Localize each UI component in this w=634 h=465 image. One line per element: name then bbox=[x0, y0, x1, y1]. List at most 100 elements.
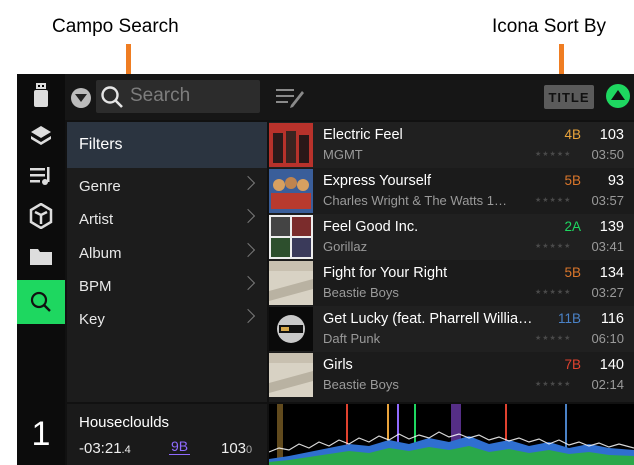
rating-stars: ★★★★★ bbox=[535, 197, 572, 204]
track-bpm: 103 bbox=[599, 127, 624, 143]
filter-album[interactable]: Album bbox=[67, 237, 267, 270]
chevron-right-icon bbox=[240, 242, 256, 258]
chevron-down-icon bbox=[75, 94, 87, 102]
device-screen: 1 Search TITLE Filters Genre Artist Albu… bbox=[17, 74, 634, 465]
filter-label: Artist bbox=[79, 211, 114, 228]
track-row[interactable]: Fight for Your Right Beastie Boys 5B ★★★… bbox=[269, 260, 634, 306]
now-playing-title: Housecloulds bbox=[79, 414, 170, 431]
list-edit-icon bbox=[276, 89, 304, 108]
track-row[interactable]: Feel Good Inc. Gorillaz 2A ★★★★★ 139 03:… bbox=[269, 214, 634, 260]
prepare-icon bbox=[29, 203, 53, 229]
now-playing-time: -03:21.4 bbox=[79, 440, 131, 457]
rating-stars: ★★★★★ bbox=[535, 243, 572, 250]
track-list: Electric Feel MGMT 4B ★★★★★ 103 03:50 Ex… bbox=[269, 122, 634, 402]
track-row[interactable]: Girls Beastie Boys 7B ★★★★★ 140 02:14 bbox=[269, 352, 634, 398]
playlist-icon bbox=[30, 167, 50, 185]
scroll-up-button[interactable] bbox=[606, 84, 630, 108]
track-artist: Charles Wright & The Watts 1… bbox=[323, 193, 507, 208]
now-playing-key: 9B bbox=[169, 438, 191, 455]
track-bpm: 93 bbox=[607, 173, 624, 189]
rating-stars: ★★★★★ bbox=[535, 381, 572, 388]
track-key: 2A bbox=[564, 219, 581, 234]
edit-playlist-button[interactable] bbox=[275, 86, 305, 108]
filter-panel: Filters Genre Artist Album BPM Key bbox=[67, 122, 267, 402]
track-bpm: 116 bbox=[600, 311, 624, 327]
album-art bbox=[269, 307, 313, 351]
filters-heading[interactable]: Filters bbox=[67, 122, 267, 168]
track-artist: MGMT bbox=[323, 147, 363, 162]
usb-icon bbox=[34, 83, 48, 107]
track-bpm: 134 bbox=[599, 265, 624, 281]
track-length: 03:50 bbox=[591, 147, 624, 162]
magnifier-icon bbox=[101, 86, 123, 108]
back-button[interactable] bbox=[71, 88, 91, 108]
rating-stars: ★★★★★ bbox=[535, 151, 572, 158]
filter-label: BPM bbox=[79, 278, 112, 295]
filter-bpm[interactable]: BPM bbox=[67, 270, 267, 303]
source-sidebar: 1 bbox=[17, 74, 65, 465]
track-bpm: 139 bbox=[599, 219, 624, 235]
search-placeholder: Search bbox=[130, 85, 191, 106]
filter-label: Album bbox=[79, 245, 122, 262]
album-art bbox=[269, 353, 313, 397]
files-button[interactable] bbox=[17, 236, 65, 276]
filter-artist[interactable]: Artist bbox=[67, 203, 267, 236]
track-artist: Gorillaz bbox=[323, 239, 368, 254]
track-length: 03:41 bbox=[591, 239, 624, 254]
track-bpm: 140 bbox=[599, 357, 624, 373]
track-key: 11B bbox=[557, 311, 581, 326]
track-artist: Beastie Boys bbox=[323, 377, 399, 392]
filter-genre[interactable]: Genre bbox=[67, 170, 267, 203]
search-icon bbox=[30, 291, 51, 312]
track-length: 03:27 bbox=[591, 285, 624, 300]
search-field[interactable]: Search bbox=[96, 80, 260, 113]
now-playing-bpm: 1030 bbox=[221, 440, 252, 457]
sortby-callout-label: Icona Sort By bbox=[492, 16, 607, 37]
track-length: 06:10 bbox=[591, 331, 624, 346]
track-key: 4B bbox=[564, 127, 581, 142]
album-art bbox=[269, 169, 313, 213]
playlists-button[interactable] bbox=[17, 156, 65, 196]
deck-number: 1 bbox=[31, 415, 51, 453]
track-length: 03:57 bbox=[591, 193, 624, 208]
bpm-fraction: 0 bbox=[246, 444, 253, 456]
track-waveform[interactable] bbox=[268, 404, 634, 465]
track-key: 5B bbox=[564, 173, 581, 188]
search-button[interactable] bbox=[17, 280, 65, 324]
record-crate-icon bbox=[31, 126, 51, 145]
chevron-right-icon bbox=[240, 175, 256, 191]
track-title: Girls bbox=[323, 357, 353, 373]
rating-stars: ★★★★★ bbox=[535, 335, 572, 342]
rating-stars: ★★★★★ bbox=[535, 289, 572, 296]
track-key: 5B bbox=[564, 265, 581, 280]
chevron-right-icon bbox=[240, 308, 256, 324]
track-key: 7B bbox=[564, 357, 581, 372]
sortby-callout-arrow bbox=[559, 44, 564, 74]
track-row[interactable]: Electric Feel MGMT 4B ★★★★★ 103 03:50 bbox=[269, 122, 634, 168]
prepare-button[interactable] bbox=[17, 196, 65, 236]
usb-button[interactable] bbox=[17, 76, 65, 116]
filter-label: Genre bbox=[79, 178, 121, 195]
filter-key[interactable]: Key bbox=[67, 303, 267, 336]
folder-icon bbox=[30, 249, 52, 265]
sort-by-button[interactable]: TITLE bbox=[544, 85, 594, 109]
filter-label: Key bbox=[79, 311, 105, 328]
waveform-graphic bbox=[268, 404, 634, 465]
bpm-main: 103 bbox=[221, 440, 247, 457]
track-artist: Daft Punk bbox=[323, 331, 381, 346]
time-main: -03:21 bbox=[79, 440, 122, 457]
album-art bbox=[269, 261, 313, 305]
track-title: Get Lucky (feat. Pharrell Willia… bbox=[323, 311, 533, 327]
chevron-up-icon bbox=[611, 90, 625, 100]
time-fraction: .4 bbox=[121, 444, 131, 456]
crates-button[interactable] bbox=[17, 116, 65, 156]
track-title: Express Yourself bbox=[323, 173, 432, 189]
chevron-right-icon bbox=[240, 275, 256, 291]
track-artist: Beastie Boys bbox=[323, 285, 399, 300]
track-row[interactable]: Get Lucky (feat. Pharrell Willia… Daft P… bbox=[269, 306, 634, 352]
album-art bbox=[269, 215, 313, 259]
album-art bbox=[269, 123, 313, 167]
track-row[interactable]: Express Yourself Charles Wright & The Wa… bbox=[269, 168, 634, 214]
track-title: Electric Feel bbox=[323, 127, 403, 143]
now-playing-panel: Housecloulds -03:21.4 9B 1030 bbox=[67, 404, 267, 465]
